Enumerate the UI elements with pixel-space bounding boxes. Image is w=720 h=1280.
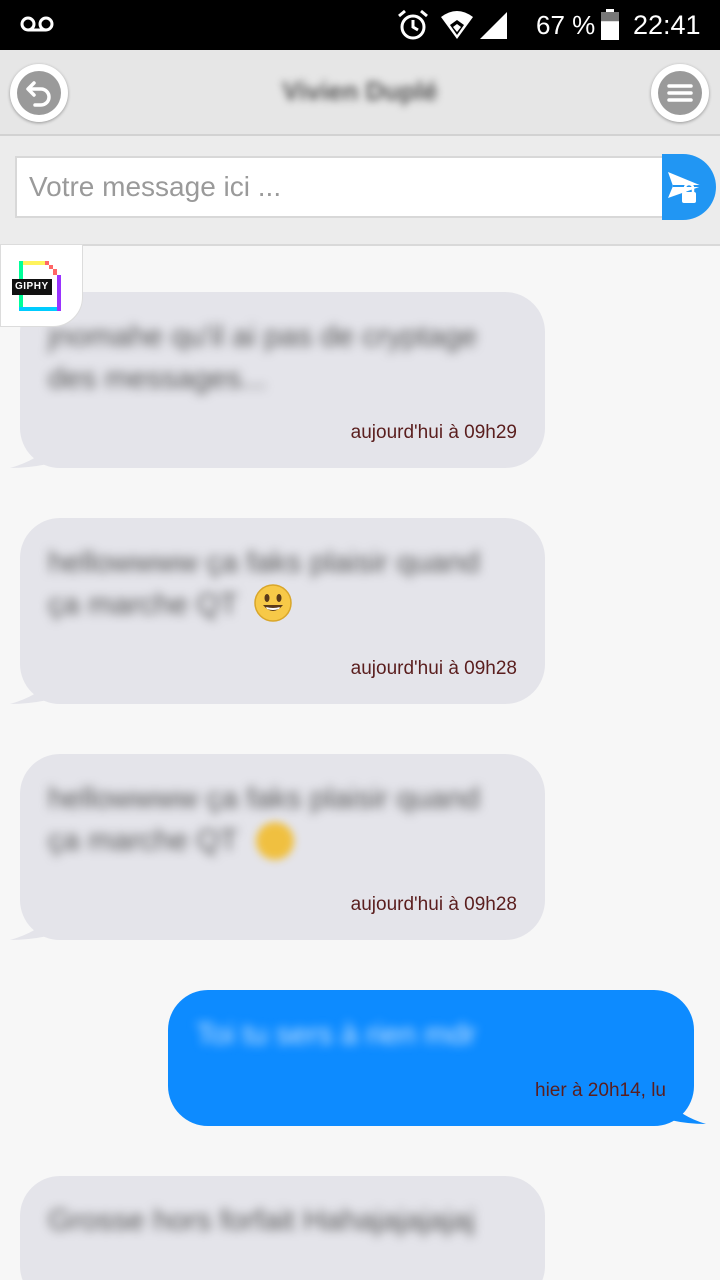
conversation-header: Vivien Duplé (0, 50, 720, 136)
message-bubble-incoming[interactable]: jnomahe qu'il ai pas de cryptage des mes… (20, 292, 545, 468)
message-text: Grosse hors forfait Hahajajajajaj (48, 1204, 475, 1237)
message-timestamp: hier à 20h14, lu (535, 1080, 666, 1101)
giphy-label: GIPHY (12, 279, 52, 295)
message-bubble-incoming[interactable]: hellowwww ça faks plaisir quand ça march… (20, 754, 545, 940)
bubble-tail (670, 1102, 706, 1124)
message-timestamp: aujourd'hui à 09h28 (350, 894, 517, 915)
status-bar: 67 % 22:41 (0, 0, 720, 50)
message-bubble-incoming[interactable]: hellowwww ça faks plaisir quand ça march… (20, 518, 545, 704)
status-clock: 22:41 (633, 10, 701, 40)
message-text: jnomahe qu'il ai pas de cryptage des mes… (48, 320, 478, 395)
message-timestamp: aujourd'hui à 09h29 (350, 422, 517, 443)
bubble-tail (10, 682, 48, 704)
message-timestamp: aujourd'hui à 09h28 (350, 658, 517, 679)
battery-icon (601, 9, 619, 40)
smiley-emoji (256, 822, 294, 860)
alarm-icon (398, 9, 428, 40)
message-input[interactable] (15, 156, 665, 218)
contact-name: Vivien Duplé (282, 76, 438, 106)
message-bubble-outgoing[interactable]: Toi tu sers à rien mdr hier à 20h14, lu (168, 990, 694, 1126)
wifi-icon (441, 11, 473, 39)
back-button[interactable] (10, 64, 68, 122)
send-button[interactable] (662, 154, 716, 220)
message-bubble-incoming[interactable]: Grosse hors forfait Hahajajajajaj (20, 1176, 545, 1280)
bubble-tail (10, 446, 48, 468)
message-text: Toi tu sers à rien mdr (196, 1018, 477, 1051)
message-composer (0, 136, 720, 246)
signal-icon (480, 12, 507, 39)
voicemail-icon (20, 16, 54, 32)
menu-button[interactable] (651, 64, 709, 122)
smiley-emoji (254, 584, 292, 622)
bubble-tail (10, 918, 48, 940)
hamburger-menu-icon (667, 84, 693, 102)
paper-plane-lock-icon (668, 172, 702, 203)
undo-arrow-icon (26, 81, 51, 107)
battery-percentage: 67 % (536, 10, 596, 40)
giphy-button[interactable]: GIPHY (0, 244, 83, 327)
